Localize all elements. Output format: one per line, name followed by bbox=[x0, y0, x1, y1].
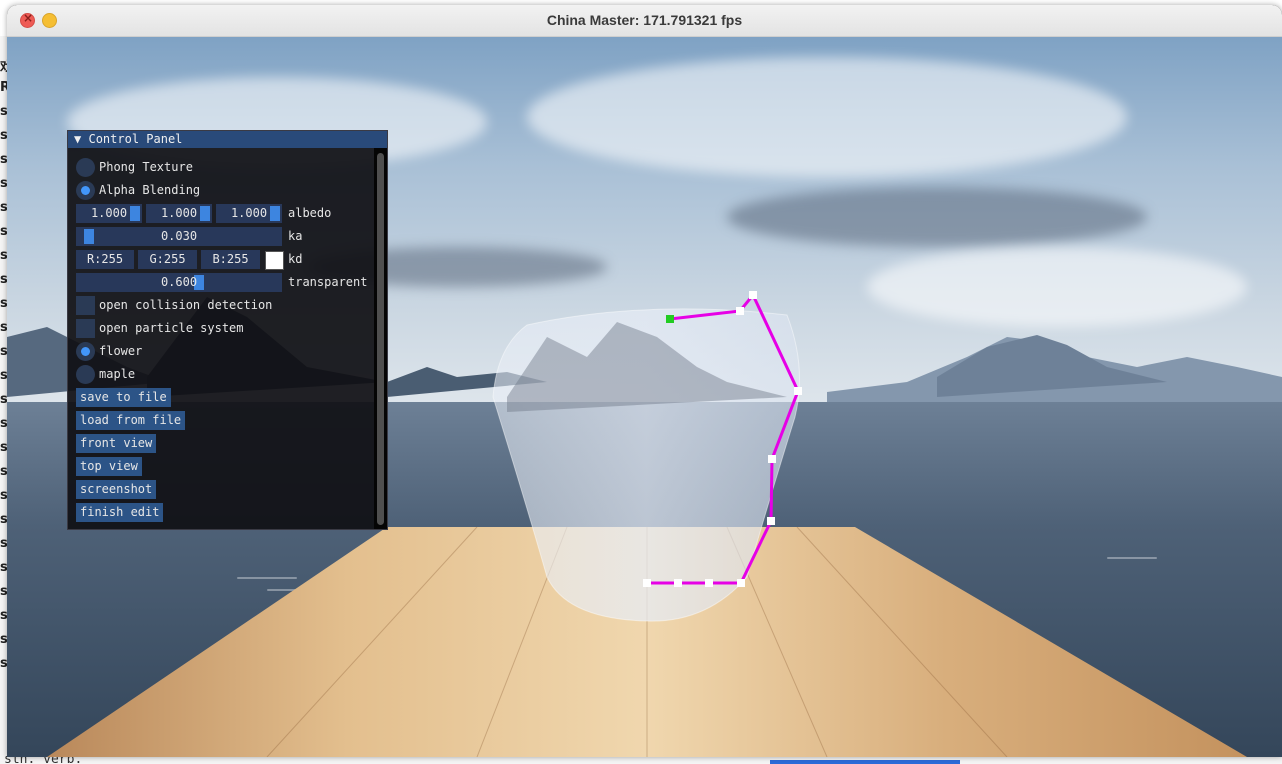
desktop-background-bottom: sth. verb. bbox=[0, 756, 1282, 764]
albedo-r-slider[interactable]: 1.000 bbox=[76, 204, 142, 223]
load-from-file-button[interactable]: load from file bbox=[76, 411, 186, 430]
kd-r-input[interactable]: R:255 bbox=[76, 250, 134, 269]
slider-grab[interactable] bbox=[84, 229, 94, 244]
ka-row: 0.030 ka bbox=[76, 227, 376, 246]
radio-indicator[interactable] bbox=[76, 365, 95, 384]
albedo-b-slider[interactable]: 1.000 bbox=[216, 204, 282, 223]
albedo-g-slider[interactable]: 1.000 bbox=[146, 204, 212, 223]
desktop-bottom-text: sth. verb. bbox=[4, 756, 83, 764]
panel-header[interactable]: ▼ Control Panel bbox=[68, 131, 387, 148]
transparent-row: 0.600 transparent bbox=[76, 273, 376, 292]
checkbox-box[interactable] bbox=[76, 319, 95, 338]
ka-slider[interactable]: 0.030 bbox=[76, 227, 282, 246]
screenshot-button[interactable]: screenshot bbox=[76, 480, 157, 499]
control-panel: ▼ Control Panel Phong Texture Alpha Blen… bbox=[67, 130, 388, 530]
save-to-file-button[interactable]: save to file bbox=[76, 388, 171, 407]
control-point bbox=[768, 455, 776, 463]
alpha-blending-radio[interactable]: Alpha Blending bbox=[76, 181, 326, 200]
ka-label: ka bbox=[288, 229, 303, 243]
transparent-slider[interactable]: 0.600 bbox=[76, 273, 282, 292]
panel-title: ▼ Control Panel bbox=[74, 132, 183, 146]
collision-detection-checkbox[interactable]: open collision detection bbox=[76, 296, 376, 315]
finish-edit-button[interactable]: finish edit bbox=[76, 503, 164, 522]
control-point bbox=[767, 517, 775, 525]
particle-system-checkbox[interactable]: open particle system bbox=[76, 319, 376, 338]
checkbox-box[interactable] bbox=[76, 296, 95, 315]
render-viewport[interactable]: ▼ Control Panel Phong Texture Alpha Blen… bbox=[7, 37, 1282, 757]
kd-row: R:255 G:255 B:255 kd bbox=[76, 250, 376, 270]
control-point bbox=[736, 307, 744, 315]
maple-radio[interactable]: maple bbox=[76, 365, 276, 384]
albedo-label: albedo bbox=[288, 206, 332, 220]
control-point-active bbox=[666, 315, 674, 323]
kd-g-input[interactable]: G:255 bbox=[138, 250, 197, 269]
phong-texture-radio[interactable]: Phong Texture bbox=[76, 158, 326, 177]
slider-grab[interactable] bbox=[130, 206, 140, 221]
control-point bbox=[674, 579, 682, 587]
front-view-button[interactable]: front view bbox=[76, 434, 157, 453]
scrollbar-thumb[interactable] bbox=[377, 153, 384, 525]
control-point bbox=[737, 579, 745, 587]
transparent-label: transparent bbox=[288, 275, 368, 289]
window-title: China Master: 171.791321 fps bbox=[546, 12, 743, 28]
title-bar[interactable]: China Master: 171.791321 fps bbox=[7, 5, 1282, 37]
top-view-button[interactable]: top view bbox=[76, 457, 142, 476]
kd-b-input[interactable]: B:255 bbox=[201, 250, 260, 269]
radio-indicator[interactable] bbox=[76, 158, 95, 177]
albedo-row: 1.000 1.000 1.000 albedo bbox=[76, 204, 376, 223]
slider-grab[interactable] bbox=[200, 206, 210, 221]
radio-indicator[interactable] bbox=[76, 342, 95, 361]
control-point bbox=[749, 291, 757, 299]
collapse-arrow-icon[interactable]: ▼ bbox=[74, 132, 81, 146]
flower-radio[interactable]: flower bbox=[76, 342, 276, 361]
kd-label: kd bbox=[288, 252, 303, 266]
desktop-progress-bar bbox=[770, 760, 960, 764]
radio-indicator[interactable] bbox=[76, 181, 95, 200]
kd-color-swatch[interactable] bbox=[265, 251, 284, 270]
slider-grab[interactable] bbox=[270, 206, 280, 221]
control-point bbox=[705, 579, 713, 587]
control-point bbox=[643, 579, 651, 587]
app-window: China Master: 171.791321 fps bbox=[7, 5, 1282, 757]
control-point bbox=[794, 387, 802, 395]
